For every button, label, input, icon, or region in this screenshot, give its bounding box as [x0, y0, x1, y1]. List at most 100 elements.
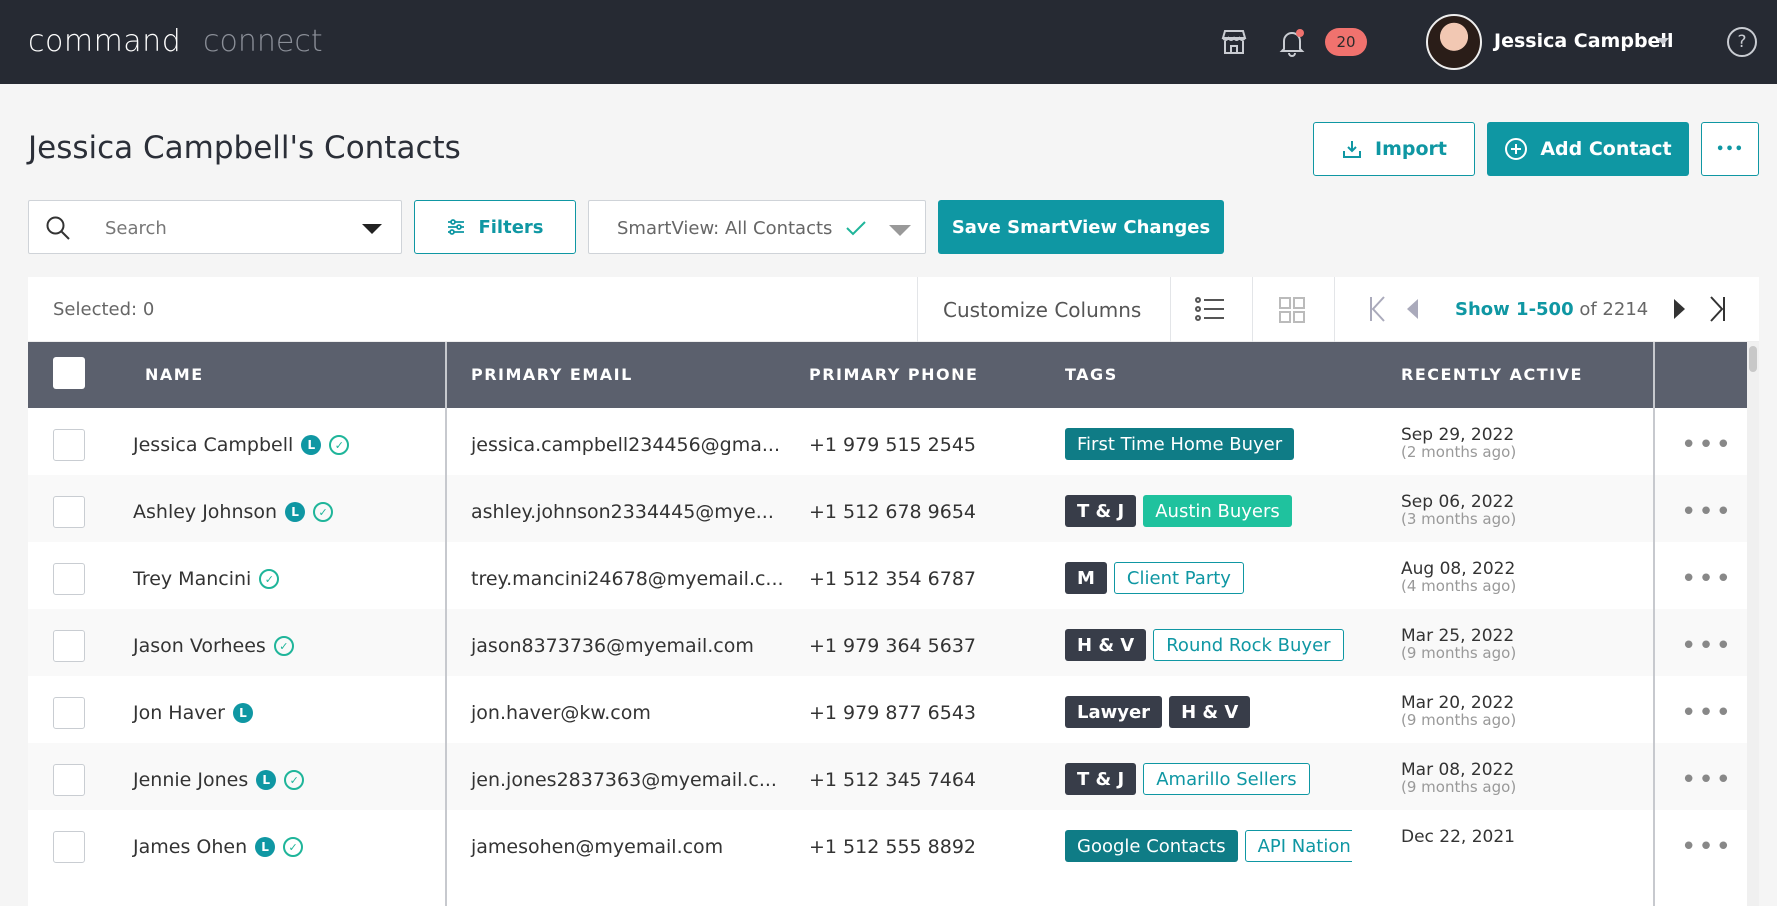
contact-phone[interactable]: +1 512 345 7464	[809, 769, 976, 791]
contact-name[interactable]: Jessica Campbell	[133, 434, 293, 456]
vertical-scrollbar[interactable]	[1747, 342, 1759, 906]
brand-command[interactable]: command	[28, 24, 181, 59]
row-more-icon[interactable]: •••	[1681, 765, 1733, 795]
contact-email[interactable]: jon.haver@kw.com	[471, 702, 651, 724]
add-contact-button[interactable]: Add Contact	[1487, 122, 1689, 176]
table-row[interactable]: Jon Haver L jon.haver@kw.com +1 979 877 …	[28, 676, 1759, 743]
table-row[interactable]: Trey Mancini ✓ trey.mancini24678@myemail…	[28, 542, 1759, 609]
contact-name[interactable]: James Ohen	[133, 836, 247, 858]
scrollbar-thumb[interactable]	[1749, 346, 1757, 372]
contact-name[interactable]: Ashley Johnson	[133, 501, 277, 523]
column-header-phone[interactable]: PRIMARY PHONE	[809, 365, 978, 384]
row-more-icon[interactable]: •••	[1681, 430, 1733, 460]
filters-button[interactable]: Filters	[414, 200, 576, 254]
row-more-icon[interactable]: •••	[1681, 698, 1733, 728]
column-header-email[interactable]: PRIMARY EMAIL	[471, 365, 633, 384]
search-box[interactable]	[28, 200, 402, 254]
select-all-checkbox[interactable]	[53, 357, 85, 389]
tag-chip[interactable]: T & J	[1065, 495, 1137, 527]
column-header-tags[interactable]: TAGS	[1065, 365, 1118, 384]
contact-email[interactable]: ashley.johnson2334445@mye...	[471, 501, 774, 523]
column-divider[interactable]	[445, 342, 447, 906]
row-checkbox[interactable]	[53, 764, 85, 796]
tag-chip[interactable]: Austin Buyers	[1143, 495, 1292, 527]
contact-phone[interactable]: +1 512 354 6787	[809, 568, 976, 590]
contact-name-cell[interactable]: Trey Mancini ✓	[133, 568, 280, 590]
store-icon[interactable]	[1218, 26, 1250, 58]
smartview-select[interactable]: SmartView: All Contacts	[588, 200, 926, 254]
row-more-icon[interactable]: •••	[1681, 631, 1733, 661]
tag-chip[interactable]: Google Contacts	[1065, 830, 1238, 862]
contact-phone[interactable]: +1 979 877 6543	[809, 702, 976, 724]
contact-name[interactable]: Jennie Jones	[133, 769, 248, 791]
table-row[interactable]: James Ohen L ✓ jamesohen@myemail.com +1 …	[28, 810, 1759, 877]
contact-name[interactable]: Jason Vorhees	[133, 635, 266, 657]
contact-phone[interactable]: +1 512 678 9654	[809, 501, 976, 523]
grid-view-icon[interactable]	[1279, 297, 1305, 323]
notification-count-badge[interactable]: 20	[1325, 28, 1367, 56]
brand-connect[interactable]: connect	[203, 24, 323, 59]
row-checkbox[interactable]	[53, 496, 85, 528]
tag-chip[interactable]: First Time Home Buyer	[1065, 428, 1295, 460]
search-input[interactable]	[105, 213, 345, 243]
smartview-caret-icon[interactable]	[889, 225, 911, 236]
import-label: Import	[1375, 138, 1447, 160]
column-header-recently-active[interactable]: RECENTLY ACTIVE	[1401, 365, 1583, 384]
user-name[interactable]: Jessica Campbell	[1494, 30, 1673, 52]
contact-phone[interactable]: +1 979 515 2545	[809, 434, 976, 456]
row-checkbox[interactable]	[53, 831, 85, 863]
contact-name-cell[interactable]: Jennie Jones L ✓	[133, 769, 305, 791]
bell-icon[interactable]	[1276, 26, 1308, 58]
contact-email[interactable]: jason8373736@myemail.com	[471, 635, 754, 657]
contact-name-cell[interactable]: James Ohen L ✓	[133, 836, 304, 858]
recently-active-relative: (9 months ago)	[1401, 711, 1517, 729]
contact-email[interactable]: jamesohen@myemail.com	[471, 836, 723, 858]
row-more-icon[interactable]: •••	[1681, 832, 1733, 862]
contact-email[interactable]: trey.mancini24678@myemail.c...	[471, 568, 784, 590]
save-smartview-button[interactable]: Save SmartView Changes	[938, 200, 1224, 254]
contact-phone[interactable]: +1 512 555 8892	[809, 836, 976, 858]
row-checkbox[interactable]	[53, 563, 85, 595]
row-checkbox[interactable]	[53, 697, 85, 729]
first-page-icon[interactable]	[1368, 295, 1386, 323]
table-row[interactable]: Ashley Johnson L ✓ ashley.johnson2334445…	[28, 475, 1759, 542]
import-button[interactable]: Import	[1313, 122, 1475, 176]
tag-chip[interactable]: Client Party	[1113, 562, 1244, 594]
last-page-icon[interactable]	[1709, 295, 1727, 323]
search-dropdown-caret-icon[interactable]	[362, 224, 382, 234]
table-row[interactable]: Jessica Campbell L ✓ jessica.campbell234…	[28, 408, 1759, 475]
column-header-name[interactable]: NAME	[145, 365, 204, 384]
contact-name[interactable]: Jon Haver	[133, 702, 225, 724]
next-page-icon[interactable]	[1673, 297, 1687, 321]
tag-chip[interactable]: T & J	[1065, 763, 1137, 795]
show-range-label[interactable]: Show 1-500	[1455, 299, 1574, 320]
contact-name-cell[interactable]: Jon Haver L	[133, 702, 253, 724]
table-row[interactable]: Jennie Jones L ✓ jen.jones2837363@myemai…	[28, 743, 1759, 810]
more-options-button[interactable]: •••	[1701, 122, 1759, 176]
row-checkbox[interactable]	[53, 630, 85, 662]
table-row[interactable]: Jason Vorhees ✓ jason8373736@myemail.com…	[28, 609, 1759, 676]
tag-chip[interactable]: M	[1065, 562, 1107, 594]
avatar[interactable]	[1426, 14, 1482, 70]
contact-name-cell[interactable]: Ashley Johnson L ✓	[133, 501, 334, 523]
contact-name-cell[interactable]: Jessica Campbell L ✓	[133, 434, 350, 456]
list-view-icon[interactable]	[1195, 297, 1225, 321]
help-icon[interactable]: ?	[1727, 27, 1757, 57]
customize-columns-button[interactable]: Customize Columns	[943, 298, 1141, 322]
contact-email[interactable]: jen.jones2837363@myemail.c...	[471, 769, 777, 791]
tag-chip[interactable]: Round Rock Buyer	[1153, 629, 1344, 661]
contact-name[interactable]: Trey Mancini	[133, 568, 251, 590]
row-checkbox[interactable]	[53, 429, 85, 461]
prev-page-icon[interactable]	[1405, 297, 1419, 321]
row-more-icon[interactable]: •••	[1681, 564, 1733, 594]
tag-chip[interactable]: API Nation	[1244, 830, 1352, 862]
tag-chip[interactable]: H & V	[1169, 696, 1251, 728]
tag-chip[interactable]: H & V	[1065, 629, 1147, 661]
chevron-down-icon[interactable]	[1657, 38, 1669, 45]
contact-phone[interactable]: +1 979 364 5637	[809, 635, 976, 657]
row-more-icon[interactable]: •••	[1681, 497, 1733, 527]
tag-chip[interactable]: Amarillo Sellers	[1143, 763, 1310, 795]
contact-email[interactable]: jessica.campbell234456@gma...	[471, 434, 780, 456]
contact-name-cell[interactable]: Jason Vorhees ✓	[133, 635, 294, 657]
tag-chip[interactable]: Lawyer	[1065, 696, 1163, 728]
